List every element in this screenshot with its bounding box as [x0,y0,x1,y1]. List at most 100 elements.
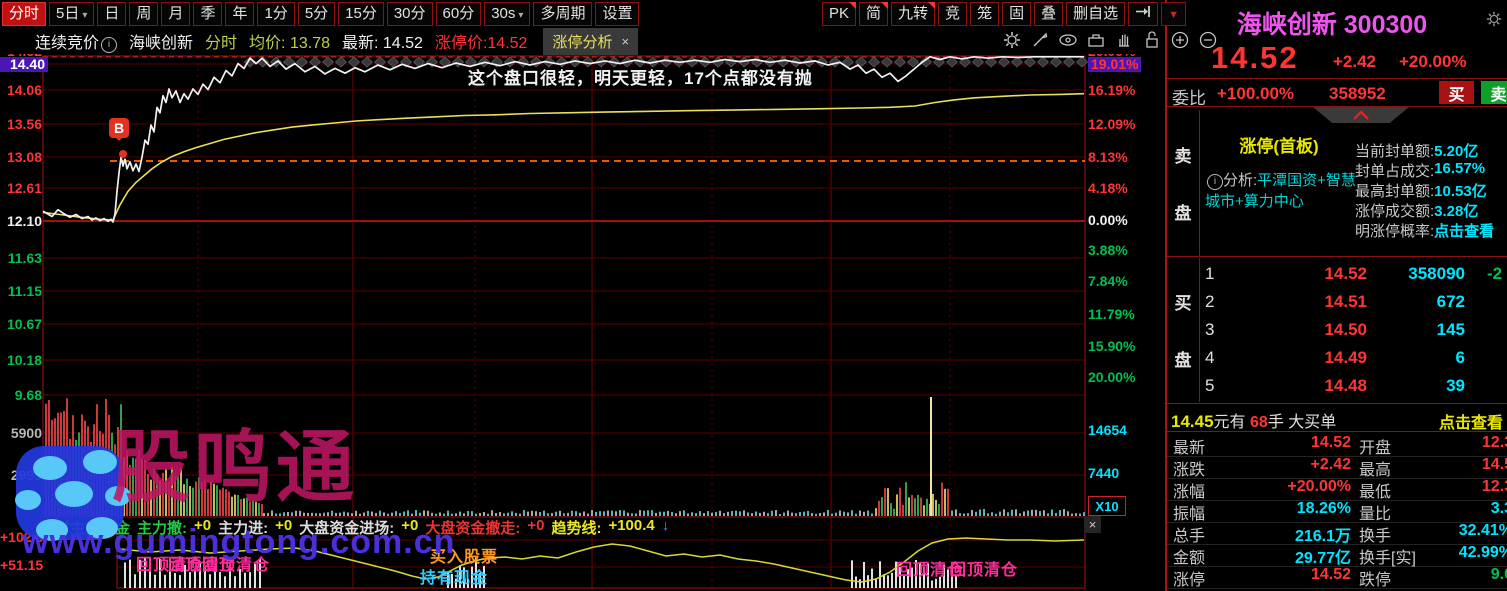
axis-tick-19.01%: 19.01% [1088,57,1141,72]
hand-icon[interactable] [1114,30,1134,50]
panel-change: +2.42 [1333,52,1376,72]
avg-price: 均价: 13.78 [249,29,330,53]
period-button-60分[interactable]: 60分 [436,2,482,26]
pen-icon[interactable] [1030,30,1050,50]
period-button-周[interactable]: 周 [129,2,158,26]
notify-corner [881,2,888,9]
buy-signal-marker: B [109,118,129,138]
period-button-月[interactable]: 月 [161,2,190,26]
axis-tick-11.15: 11.15 [0,284,42,299]
axis-tick-12.10: 12.10 [0,214,42,229]
auction-status: 连续竞价i [35,29,117,53]
metric-row: 当前封单额:5.20亿 [1355,140,1478,160]
metric-row[interactable]: 明涨停概率:点击查看 [1355,220,1494,240]
collapse-arrow[interactable] [1313,107,1409,123]
period-button-日[interactable]: 日 [97,2,126,26]
axis-tick-20.00%: 20.00% [1088,370,1135,385]
axis-tick-8.13%: 8.13% [1088,150,1128,165]
chart-tool-icons [1002,30,1218,50]
zoom-in-icon[interactable] [1170,30,1190,50]
watermark-brand: 股鸣通 [112,428,358,506]
order-book-row-2[interactable]: 214.51672 [1167,292,1507,320]
dropdown-caret-button[interactable]: ▼ [1161,2,1186,26]
eye-icon[interactable] [1058,30,1078,50]
axis-tick-3.88%: 3.88% [1088,243,1128,258]
flow-legend-item: +0 [527,517,544,538]
tab-limit-analysis[interactable]: 涨停分析× [543,28,638,55]
panel-change-pct: +20.00% [1399,52,1467,72]
big-order-link[interactable]: 点击查看 [1439,409,1503,433]
limit-analysis-text[interactable]: i分析:平潭国资+智慧城市+算力中心 [1205,170,1363,212]
watermark-url: www.gumingtong.com.cn [22,523,455,562]
flow-legend-item: +100.4 [608,517,654,538]
tab-close-icon[interactable]: × [621,34,629,49]
axis-tick-10.18: 10.18 [0,353,42,368]
buy-button[interactable]: 买 [1439,81,1474,104]
tool-button-竞[interactable]: 竞 [938,2,967,26]
limit-price-header: 涨停价:14.52 [435,29,528,53]
zoom-out-icon[interactable] [1198,30,1218,50]
metric-row: 封单占成交:16.57% [1355,160,1485,180]
info-icon[interactable]: i [101,37,117,53]
axis-tick-11.63: 11.63 [0,251,42,266]
tool-button-简[interactable]: 简 [859,2,888,26]
period-button-5日[interactable]: 5日▾ [49,2,94,26]
period-button-15分[interactable]: 15分 [338,2,384,26]
tool-button-九转[interactable]: 九转 [891,2,935,26]
weibi-value: +100.00% [1217,84,1294,104]
order-book-row-1[interactable]: 114.52358090-2 [1167,264,1507,292]
stock-info-panel: 海峡创新 300300 14.52 +2.42 +20.00% 委比 +100.… [1165,0,1507,591]
axis-tick-14.40: 14.40 [0,57,48,72]
sell-button[interactable]: 卖 [1481,81,1507,104]
axis-tick-13.56: 13.56 [0,117,42,132]
axis-tick-11.79%: 11.79% [1088,307,1135,322]
stock-trading-terminal: 分时5日▾日周月季年1分5分15分30分60分30s▾多周期设置 PK简九转竞笼… [0,0,1507,591]
indicator-close-icon[interactable]: × [1084,516,1101,533]
period-button-1分[interactable]: 1分 [257,2,294,26]
tool-button-固[interactable]: 固 [1002,2,1031,26]
dropdown-caret-icon: ▾ [82,10,87,21]
limit-status: 涨停(首板) [1203,132,1355,157]
sell-side-label: 卖盘 [1167,110,1200,256]
big-order-note: 14.45元有 68手 大买单 [1171,408,1336,432]
flow-legend-item: 趋势线: [551,517,601,538]
pin-to-right-icon[interactable] [1128,2,1158,26]
stat-row: 总手216.1万换手32.41% [1167,522,1507,545]
toolbox-icon[interactable] [1086,30,1106,50]
period-button-分时[interactable]: 分时 [2,2,46,26]
axis-tick-10.67: 10.67 [0,317,42,332]
order-book-row-3[interactable]: 314.50145 [1167,320,1507,348]
period-button-5分[interactable]: 5分 [298,2,335,26]
period-button-季[interactable]: 季 [193,2,222,26]
unlock-icon[interactable] [1142,30,1162,50]
axis-tick-12.09%: 12.09% [1088,117,1135,132]
tool-button-笼[interactable]: 笼 [970,2,999,26]
weibi-volume: 358952 [1329,84,1386,104]
strategy-label: 持有现金 [420,564,488,588]
period-toolbar: 分时5日▾日周月季年1分5分15分30分60分30s▾多周期设置 PK简九转竞笼… [0,0,1165,28]
period-button-30分[interactable]: 30分 [387,2,433,26]
tool-button-删自选[interactable]: 删自选 [1066,2,1125,26]
period-button-多周期[interactable]: 多周期 [533,2,592,26]
tool-button-叠[interactable]: 叠 [1034,2,1063,26]
metric-row: 涨停成交额:3.28亿 [1355,200,1478,220]
axis-tick-16.19%: 16.19% [1088,83,1135,98]
panel-gear-icon[interactable] [1485,10,1503,33]
tool-button-PK[interactable]: PK [822,2,856,26]
period-button-年[interactable]: 年 [225,2,254,26]
stat-row: 振幅18.26%量比3.3 [1167,500,1507,523]
mode-label: 分时 [205,29,237,53]
gear-icon[interactable] [1002,30,1022,50]
period-button-30s[interactable]: 30s▾ [484,2,530,26]
period-button-设置[interactable]: 设置 [595,2,639,26]
stat-row: 金额29.77亿换手[实]42.99% [1167,544,1507,567]
axis-tick-12.61: 12.61 [0,181,42,196]
order-book-row-5[interactable]: 514.4839 [1167,376,1507,404]
buy-signal-dot [119,150,127,158]
metric-row: 最高封单额:10.53亿 [1355,180,1487,200]
axis-tick-9.68: 9.68 [0,388,42,403]
chart-header: 连续竞价i 海峡创新 分时 均价: 13.78 最新: 14.52 涨停价:14… [0,28,1165,54]
axis-tick-14654: 14654 [1088,423,1127,438]
period-buttons: 分时5日▾日周月季年1分5分15分30分60分30s▾多周期设置 [2,2,639,26]
order-book-row-4[interactable]: 414.496 [1167,348,1507,376]
